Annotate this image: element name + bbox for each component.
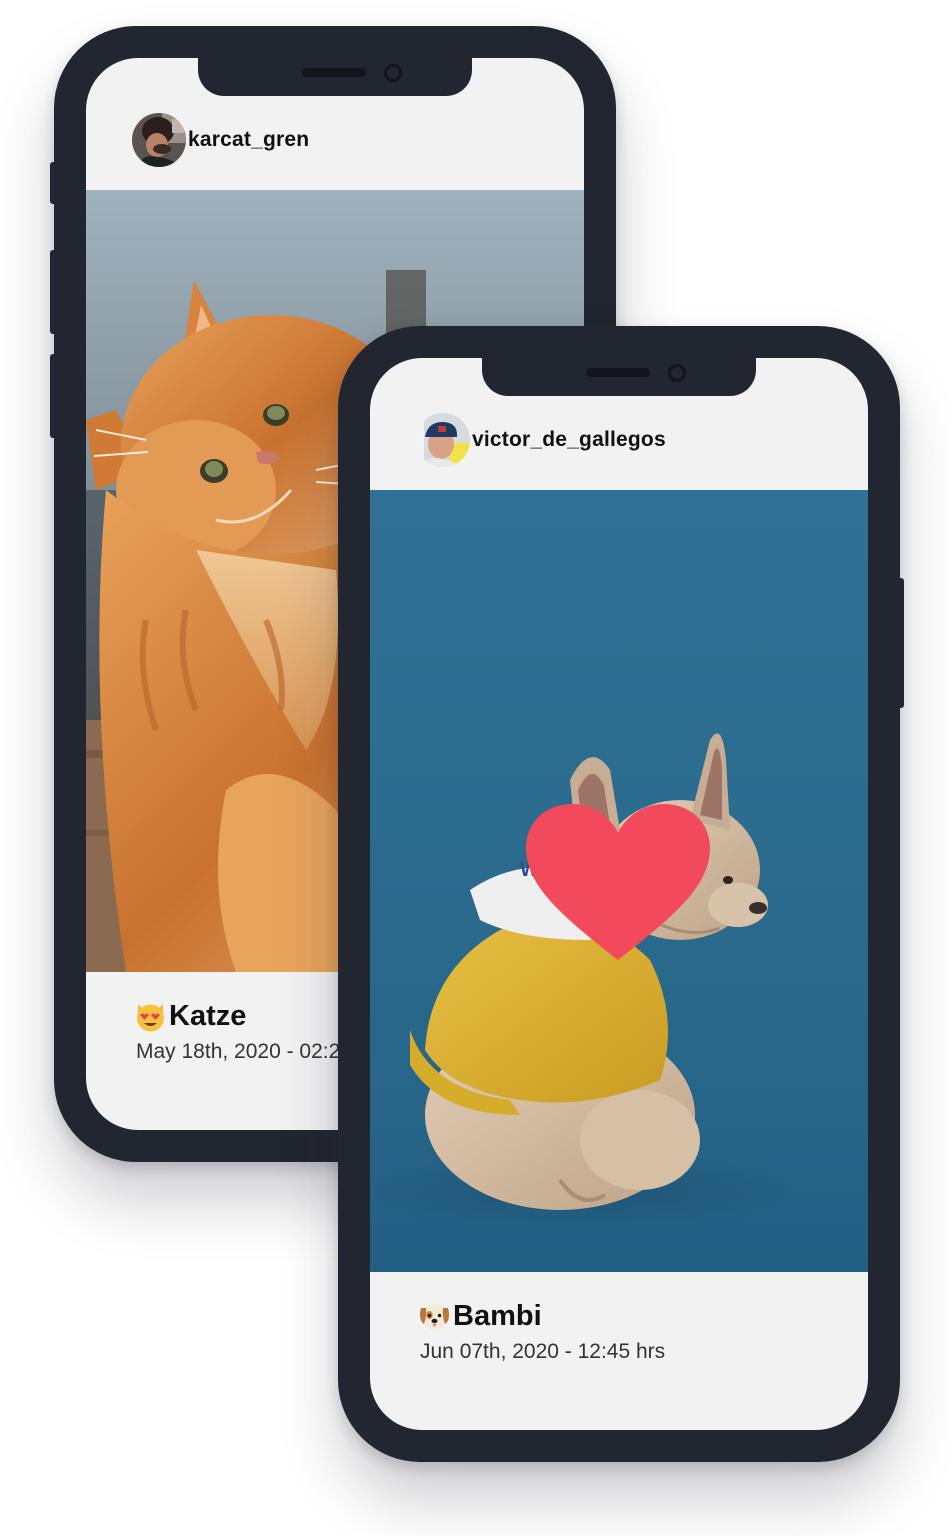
- front-camera: [668, 364, 686, 382]
- avatar[interactable]: [132, 113, 186, 167]
- notch: [198, 58, 472, 96]
- heart-icon[interactable]: [526, 804, 710, 964]
- post-date: Jun 07th, 2020 - 12:45 hrs: [420, 1340, 666, 1363]
- power-button: [898, 578, 904, 708]
- avatar[interactable]: [416, 413, 470, 467]
- username[interactable]: karcat_gren: [188, 128, 309, 152]
- heart-eyes-cat-emoji: [134, 1000, 167, 1033]
- speaker-grill: [302, 68, 366, 77]
- post-header: victor_de_gallegos: [416, 412, 666, 468]
- volume-up-button: [50, 250, 56, 334]
- volume-down-button: [50, 354, 56, 438]
- phone-mockup-stage: karcat_gren Katze May 18th, 2020 - 02:25…: [0, 0, 951, 1536]
- post-title: Bambi: [418, 1300, 542, 1333]
- phone-screen: victor_de_gallegos W Bambi Jun 07th, 202…: [370, 358, 868, 1430]
- speaker-grill: [586, 368, 650, 377]
- post-header: karcat_gren: [132, 112, 309, 168]
- phone-front: victor_de_gallegos W Bambi Jun 07th, 202…: [338, 326, 904, 1462]
- front-camera: [384, 64, 402, 82]
- mute-switch: [50, 162, 56, 204]
- post-title: Katze: [134, 1000, 246, 1033]
- post-title-text: Bambi: [453, 1300, 542, 1332]
- puppy-face-emoji: [418, 1300, 451, 1333]
- notch: [482, 358, 756, 396]
- username[interactable]: victor_de_gallegos: [472, 428, 666, 452]
- post-title-text: Katze: [169, 1000, 247, 1032]
